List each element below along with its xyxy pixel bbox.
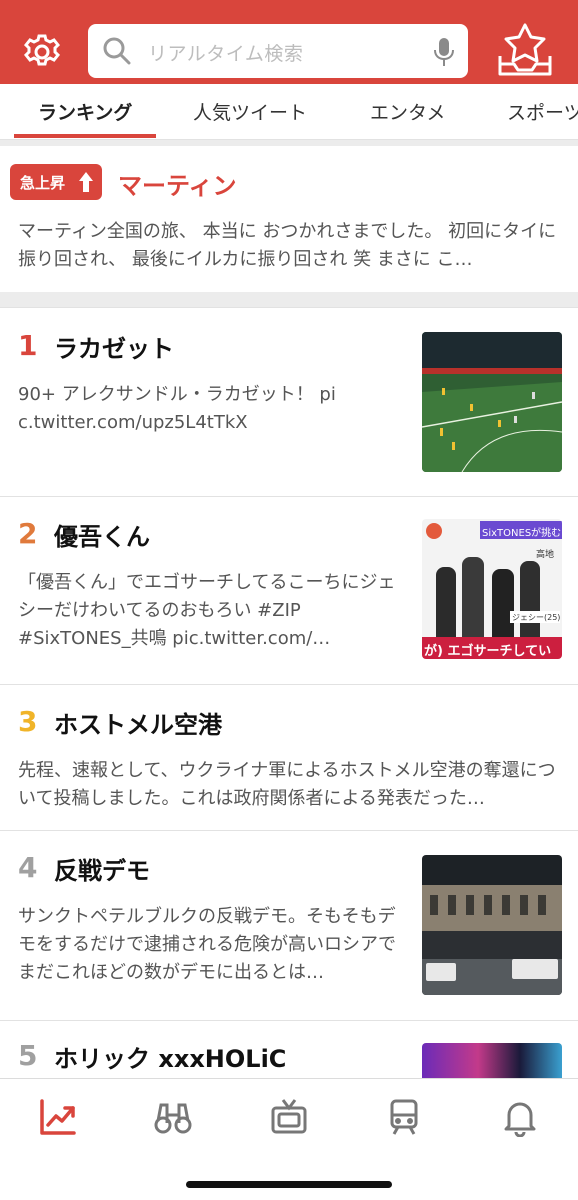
thumb-caption: が) エゴサーチしてい bbox=[422, 637, 562, 659]
home-indicator bbox=[186, 1181, 392, 1188]
bell-icon[interactable] bbox=[500, 1097, 540, 1137]
ranking-item-5[interactable]: 5 ホリック xxxHOLiC bbox=[0, 1021, 578, 1078]
active-tab-underline bbox=[14, 134, 156, 138]
ranking-title: ホストメル空港 bbox=[54, 711, 222, 739]
rank-number: 5 bbox=[18, 1039, 38, 1072]
person-figure bbox=[462, 557, 484, 637]
person-figure bbox=[492, 569, 514, 637]
person-figure bbox=[436, 567, 456, 637]
ranking-desc: 「優吾くん」でエゴサーチしてるこーちにジェシーだけわいてるのおもろい #ZIP … bbox=[18, 572, 396, 649]
ranking-title: 反戦デモ bbox=[54, 857, 150, 885]
search-bar[interactable]: リアルタイム検索 bbox=[88, 24, 468, 78]
protest-crowd-thumbnail bbox=[422, 855, 562, 995]
tab-ranking[interactable]: ランキング bbox=[38, 98, 132, 125]
search-icon bbox=[103, 37, 131, 65]
ranking-title: ホリック xxxHOLiC bbox=[54, 1045, 287, 1073]
tab-sports[interactable]: スポーツ bbox=[507, 98, 578, 125]
rank-number: 3 bbox=[18, 705, 38, 738]
ranking-item-3[interactable]: 3 ホストメル空港 先程、速報として、ウクライナ軍によるホストメル空港の奪還につ… bbox=[0, 685, 578, 831]
tv-show-thumbnail: SixTONESが挑む 高地 ジェシー(25) が) エゴサーチしてい bbox=[422, 519, 562, 659]
ranking-desc: サンクトペテルブルクの反戦デモ。そもそもデモをするだけで逮捕される危険が高いロシ… bbox=[18, 906, 396, 983]
ranking-item-1[interactable]: 1 ラカゼット 90+ アレクサンドル・ラカゼット！ pic.twitter.c… bbox=[0, 309, 578, 497]
ranking-item-4[interactable]: 4 反戦デモ サンクトペテルブルクの反戦デモ。そもそもデモをするだけで逮捕される… bbox=[0, 831, 578, 1021]
ranking-desc: 90+ アレクサンドル・ラカゼット！ pic.twitter.com/upz5L… bbox=[18, 384, 336, 433]
channel-logo bbox=[426, 523, 442, 539]
rising-badge: 急上昇 bbox=[10, 164, 102, 200]
rank-number: 4 bbox=[18, 851, 38, 884]
rank-number: 1 bbox=[18, 329, 38, 362]
app-header: リアルタイム検索 bbox=[0, 0, 578, 84]
thumb-side-label: 高地 bbox=[536, 550, 555, 560]
rising-topic-card[interactable]: 急上昇 マーティン マーティン全国の旅、 本当に おつかれさまでした。 初回にタ… bbox=[0, 146, 578, 292]
ranking-title: 優吾くん bbox=[54, 523, 150, 551]
rising-badge-label: 急上昇 bbox=[20, 174, 66, 192]
arrow-up-icon bbox=[79, 172, 93, 192]
star-tray-icon[interactable] bbox=[496, 22, 554, 78]
tab-popular-tweets[interactable]: 人気ツイート bbox=[193, 98, 307, 125]
thumb-name-label: ジェシー(25) bbox=[510, 611, 560, 623]
microphone-icon[interactable] bbox=[432, 36, 456, 68]
ranking-title: ラカゼット bbox=[54, 335, 174, 363]
tab-entertainment[interactable]: エンタメ bbox=[370, 98, 445, 125]
trend-chart-icon[interactable] bbox=[38, 1097, 78, 1137]
tv-icon[interactable] bbox=[269, 1097, 309, 1137]
category-tabs: ランキング 人気ツイート エンタメ スポーツ bbox=[0, 84, 578, 140]
rising-text: マーティン全国の旅、 本当に おつかれさまでした。 初回にタイに振り回され、 最… bbox=[18, 221, 557, 270]
divider bbox=[0, 292, 578, 308]
rising-title: マーティン bbox=[118, 172, 237, 200]
person-figure bbox=[520, 561, 540, 637]
rank-number: 2 bbox=[18, 517, 38, 550]
movie-poster-thumbnail bbox=[422, 1043, 562, 1078]
ranking-item-2[interactable]: 2 優吾くん 「優吾くん」でエゴサーチしてるこーちにジェシーだけわいてるのおもろ… bbox=[0, 497, 578, 685]
thumb-banner: SixTONESが挑む bbox=[480, 521, 562, 539]
gear-icon[interactable] bbox=[22, 32, 62, 72]
ranking-desc: 先程、速報として、ウクライナ軍によるホストメル空港の奪還について投稿しました。こ… bbox=[18, 760, 556, 809]
search-placeholder: リアルタイム検索 bbox=[148, 43, 304, 65]
soccer-match-thumbnail bbox=[422, 332, 562, 472]
train-icon[interactable] bbox=[384, 1097, 424, 1137]
binoculars-icon[interactable] bbox=[153, 1097, 193, 1137]
